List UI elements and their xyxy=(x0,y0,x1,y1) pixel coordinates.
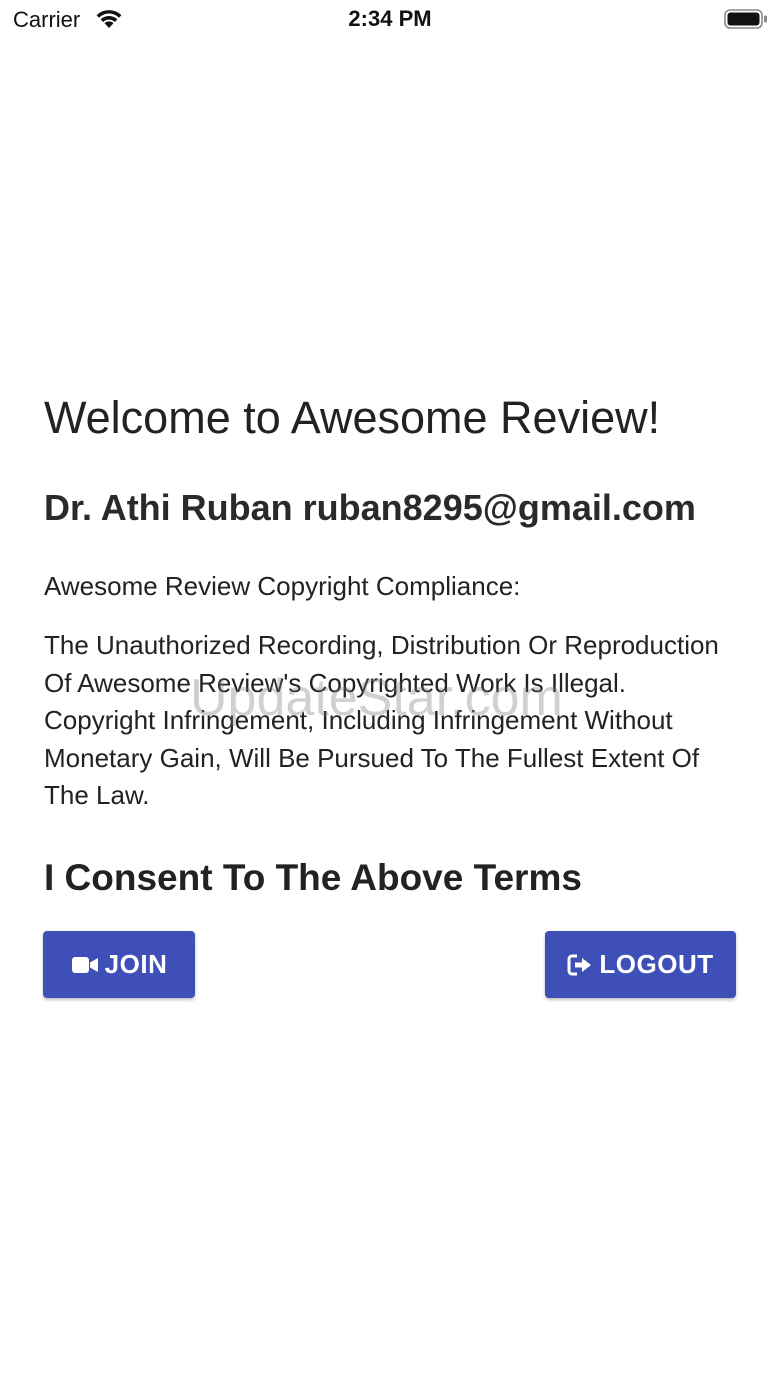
logout-label: LOGOUT xyxy=(599,949,714,979)
battery-icon xyxy=(724,9,768,29)
logout-button[interactable]: LOGOUT xyxy=(545,931,736,998)
consent-heading: I Consent To The Above Terms xyxy=(44,856,582,898)
clock: 2:34 PM xyxy=(348,6,432,31)
sign-out-icon xyxy=(567,953,593,977)
main-content: Welcome to Awesome Review! Dr. Athi Ruba… xyxy=(44,390,744,901)
join-label: JOIN xyxy=(104,949,168,979)
user-name-email: Dr. Athi Ruban ruban8295@gmail.com xyxy=(44,487,696,528)
copyright-notice: The Unauthorized Recording, Distribution… xyxy=(44,630,719,811)
join-button[interactable]: JOIN xyxy=(43,931,195,998)
welcome-title: Welcome to Awesome Review! xyxy=(44,392,661,443)
video-camera-icon xyxy=(71,955,99,975)
status-bar: Carrier 2:34 PM xyxy=(0,0,780,40)
compliance-heading: Awesome Review Copyright Compliance: xyxy=(44,571,521,601)
